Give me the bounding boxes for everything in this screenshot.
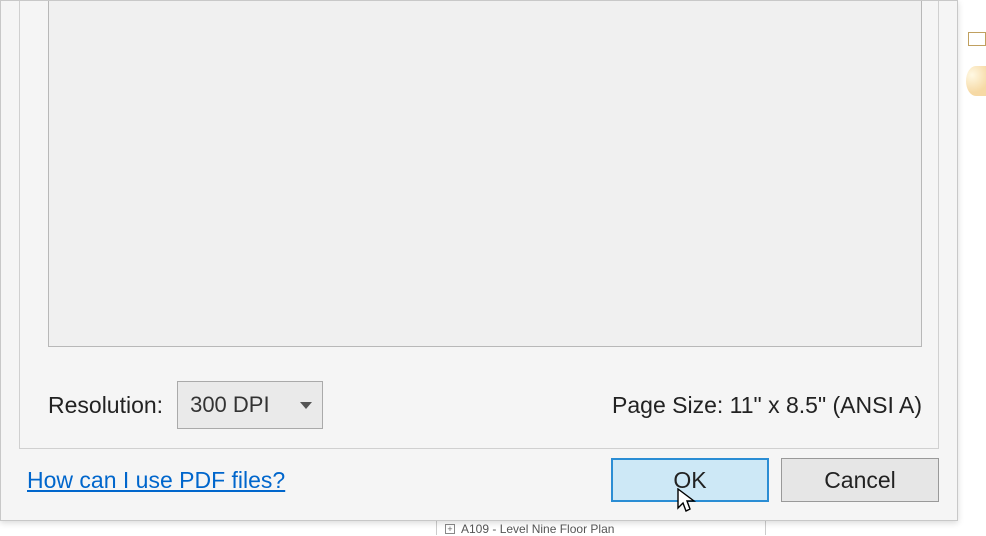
button-row: OK Cancel — [611, 458, 939, 502]
background-area — [958, 0, 986, 535]
dialog-window: Resolution: 300 DPI Page Size: 11" x 8.5… — [0, 0, 958, 521]
dialog-footer: How can I use PDF files? OK Cancel — [19, 450, 939, 520]
help-link[interactable]: How can I use PDF files? — [27, 467, 285, 494]
ok-button[interactable]: OK — [611, 458, 769, 502]
resolution-dropdown[interactable]: 300 DPI — [177, 381, 323, 429]
resolution-value: 300 DPI — [190, 392, 270, 418]
cancel-button-label: Cancel — [824, 467, 896, 494]
options-row: Resolution: 300 DPI Page Size: 11" x 8.5… — [48, 381, 922, 429]
resolution-group: Resolution: 300 DPI — [48, 381, 323, 429]
background-badge — [968, 32, 986, 46]
preview-area — [48, 1, 922, 347]
page-size-label: Page Size: 11" x 8.5" (ANSI A) — [612, 392, 922, 419]
ok-button-label: OK — [673, 467, 706, 494]
dialog-content-panel: Resolution: 300 DPI Page Size: 11" x 8.5… — [19, 1, 939, 449]
cancel-button[interactable]: Cancel — [781, 458, 939, 502]
resolution-label: Resolution: — [48, 392, 163, 419]
background-shape — [966, 66, 986, 96]
tree-expand-icon: + — [445, 524, 455, 534]
tree-item-label: A109 - Level Nine Floor Plan — [461, 522, 614, 536]
chevron-down-icon — [300, 402, 312, 409]
background-tree-item: + A109 - Level Nine Floor Plan — [445, 522, 614, 536]
